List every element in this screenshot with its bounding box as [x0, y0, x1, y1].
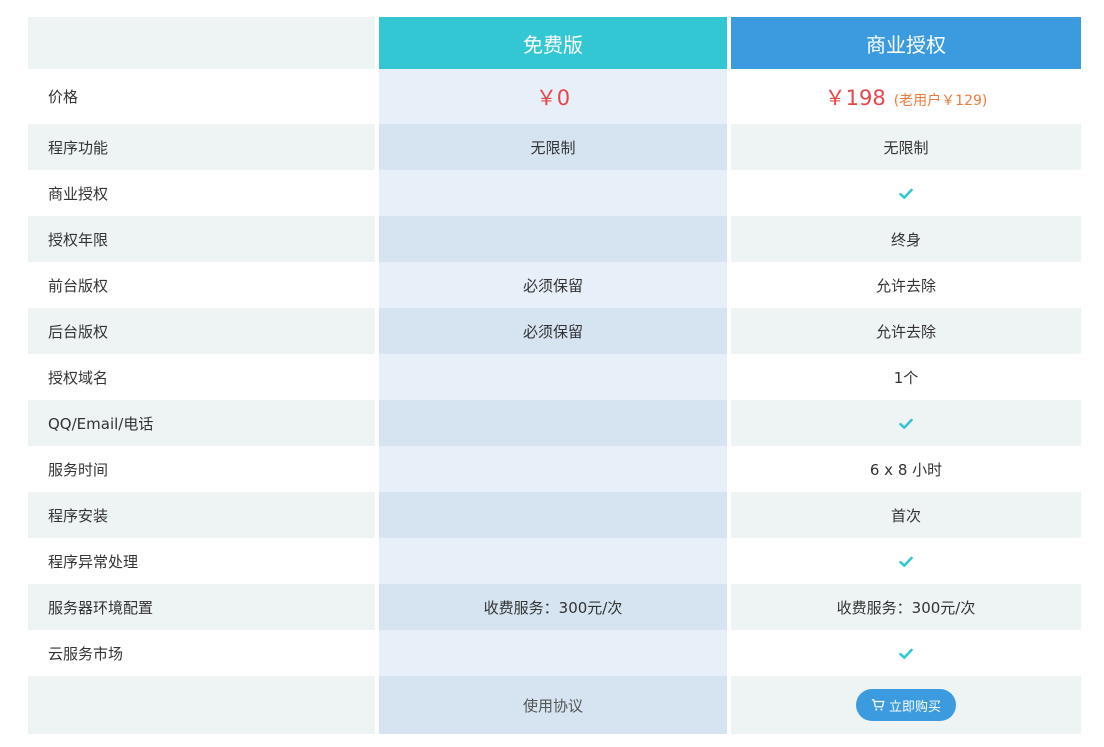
feature-label: 服务器环境配置: [28, 584, 375, 630]
cart-icon: [871, 699, 885, 711]
price-label: 价格: [28, 69, 375, 124]
free-value: [379, 216, 727, 262]
business-old-price: (老用户￥129): [893, 92, 988, 109]
feature-label: 程序异常处理: [28, 538, 375, 584]
free-price: ￥0: [535, 85, 571, 110]
business-price-cell: ￥198 (老用户￥129): [731, 69, 1081, 124]
business-value: 首次: [731, 492, 1081, 538]
free-value: 必须保留: [379, 262, 727, 308]
feature-row: QQ/Email/电话: [28, 400, 1081, 446]
footer-blank-cell: [28, 676, 375, 734]
business-plan-header: 商业授权: [731, 17, 1081, 69]
free-plan-header: 免费版: [379, 17, 727, 69]
feature-row: 程序功能 无限制 无限制: [28, 124, 1081, 170]
check-icon: [899, 556, 913, 567]
free-value: [379, 492, 727, 538]
free-value: [379, 446, 727, 492]
business-value: 6 x 8 小时: [731, 446, 1081, 492]
business-value: 允许去除: [731, 308, 1081, 354]
business-value: 1个: [731, 354, 1081, 400]
price-row: 价格 ￥0 ￥198 (老用户￥129): [28, 69, 1081, 124]
agreement-cell: 使用协议: [379, 676, 727, 734]
header-blank-cell: [28, 17, 375, 69]
feature-label: 程序安装: [28, 492, 375, 538]
header-row: 免费版 商业授权: [28, 17, 1081, 69]
business-value: 收费服务：300元/次: [731, 584, 1081, 630]
feature-row: 授权域名 1个: [28, 354, 1081, 400]
business-value: 终身: [731, 216, 1081, 262]
feature-label: 授权域名: [28, 354, 375, 400]
check-icon: [899, 648, 913, 659]
check-icon: [899, 188, 913, 199]
feature-label: 程序功能: [28, 124, 375, 170]
business-value: [731, 170, 1081, 216]
buy-now-button[interactable]: 立即购买: [856, 689, 956, 721]
feature-label: 授权年限: [28, 216, 375, 262]
free-value: 收费服务：300元/次: [379, 584, 727, 630]
business-value: 无限制: [731, 124, 1081, 170]
feature-label: 后台版权: [28, 308, 375, 354]
business-value: 允许去除: [731, 262, 1081, 308]
feature-row: 后台版权 必须保留 允许去除: [28, 308, 1081, 354]
agreement-link[interactable]: 使用协议: [523, 697, 583, 715]
feature-row: 授权年限 终身: [28, 216, 1081, 262]
footer-row: 使用协议 立即购买: [28, 676, 1081, 734]
free-value: [379, 630, 727, 676]
feature-row: 服务时间 6 x 8 小时: [28, 446, 1081, 492]
feature-row: 商业授权: [28, 170, 1081, 216]
free-value: 必须保留: [379, 308, 727, 354]
feature-label: 服务时间: [28, 446, 375, 492]
feature-row: 程序安装 首次: [28, 492, 1081, 538]
free-price-cell: ￥0: [379, 69, 727, 124]
check-icon: [899, 418, 913, 429]
pricing-table: 免费版 商业授权 价格 ￥0 ￥198 (老用户￥129) 程序功能 无限制 无限制商…: [24, 17, 1085, 734]
feature-label: 云服务市场: [28, 630, 375, 676]
business-value: [731, 538, 1081, 584]
business-value: [731, 400, 1081, 446]
buy-now-label: 立即购买: [888, 699, 941, 715]
feature-label: 前台版权: [28, 262, 375, 308]
free-value: 无限制: [379, 124, 727, 170]
free-value: [379, 170, 727, 216]
feature-row: 服务器环境配置 收费服务：300元/次 收费服务：300元/次: [28, 584, 1081, 630]
feature-row: 程序异常处理: [28, 538, 1081, 584]
pricing-comparison: 免费版 商业授权 价格 ￥0 ￥198 (老用户￥129) 程序功能 无限制 无限制商…: [28, 17, 1081, 734]
free-value: [379, 354, 727, 400]
feature-row: 前台版权 必须保留 允许去除: [28, 262, 1081, 308]
feature-label: 商业授权: [28, 170, 375, 216]
free-value: [379, 538, 727, 584]
feature-row: 云服务市场: [28, 630, 1081, 676]
business-price: ￥198: [824, 85, 886, 110]
free-value: [379, 400, 727, 446]
feature-label: QQ/Email/电话: [28, 400, 375, 446]
buy-cell: 立即购买: [731, 676, 1081, 734]
business-value: [731, 630, 1081, 676]
